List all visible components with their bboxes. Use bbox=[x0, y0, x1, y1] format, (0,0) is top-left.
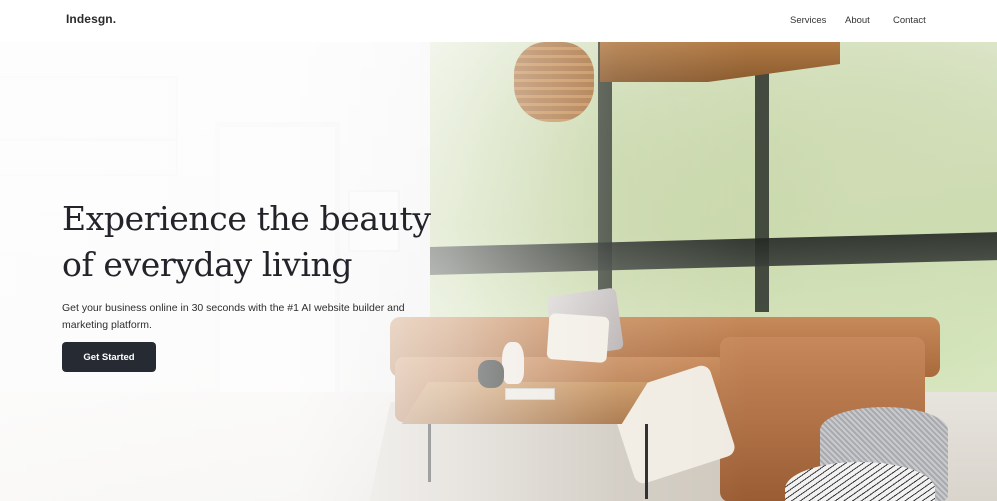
hero-title-line: Experience the beauty bbox=[62, 199, 431, 238]
hero-title: Experience the beauty of everyday living bbox=[62, 196, 442, 288]
hero-title-line: of everyday living bbox=[62, 245, 353, 284]
nav-link-about[interactable]: About bbox=[845, 15, 870, 26]
site-header: Indesgn. Services About Contact bbox=[0, 0, 997, 42]
page: Indesgn. Services About Contact Experien… bbox=[0, 0, 997, 501]
hero-content: Experience the beauty of everyday living… bbox=[62, 196, 442, 334]
nav-link-contact[interactable]: Contact bbox=[893, 15, 926, 26]
hero-subtitle: Get your business online in 30 seconds w… bbox=[62, 302, 405, 331]
main-nav: Services About Contact bbox=[0, 15, 997, 29]
get-started-button[interactable]: Get Started bbox=[62, 342, 156, 372]
nav-link-services[interactable]: Services bbox=[790, 15, 826, 26]
